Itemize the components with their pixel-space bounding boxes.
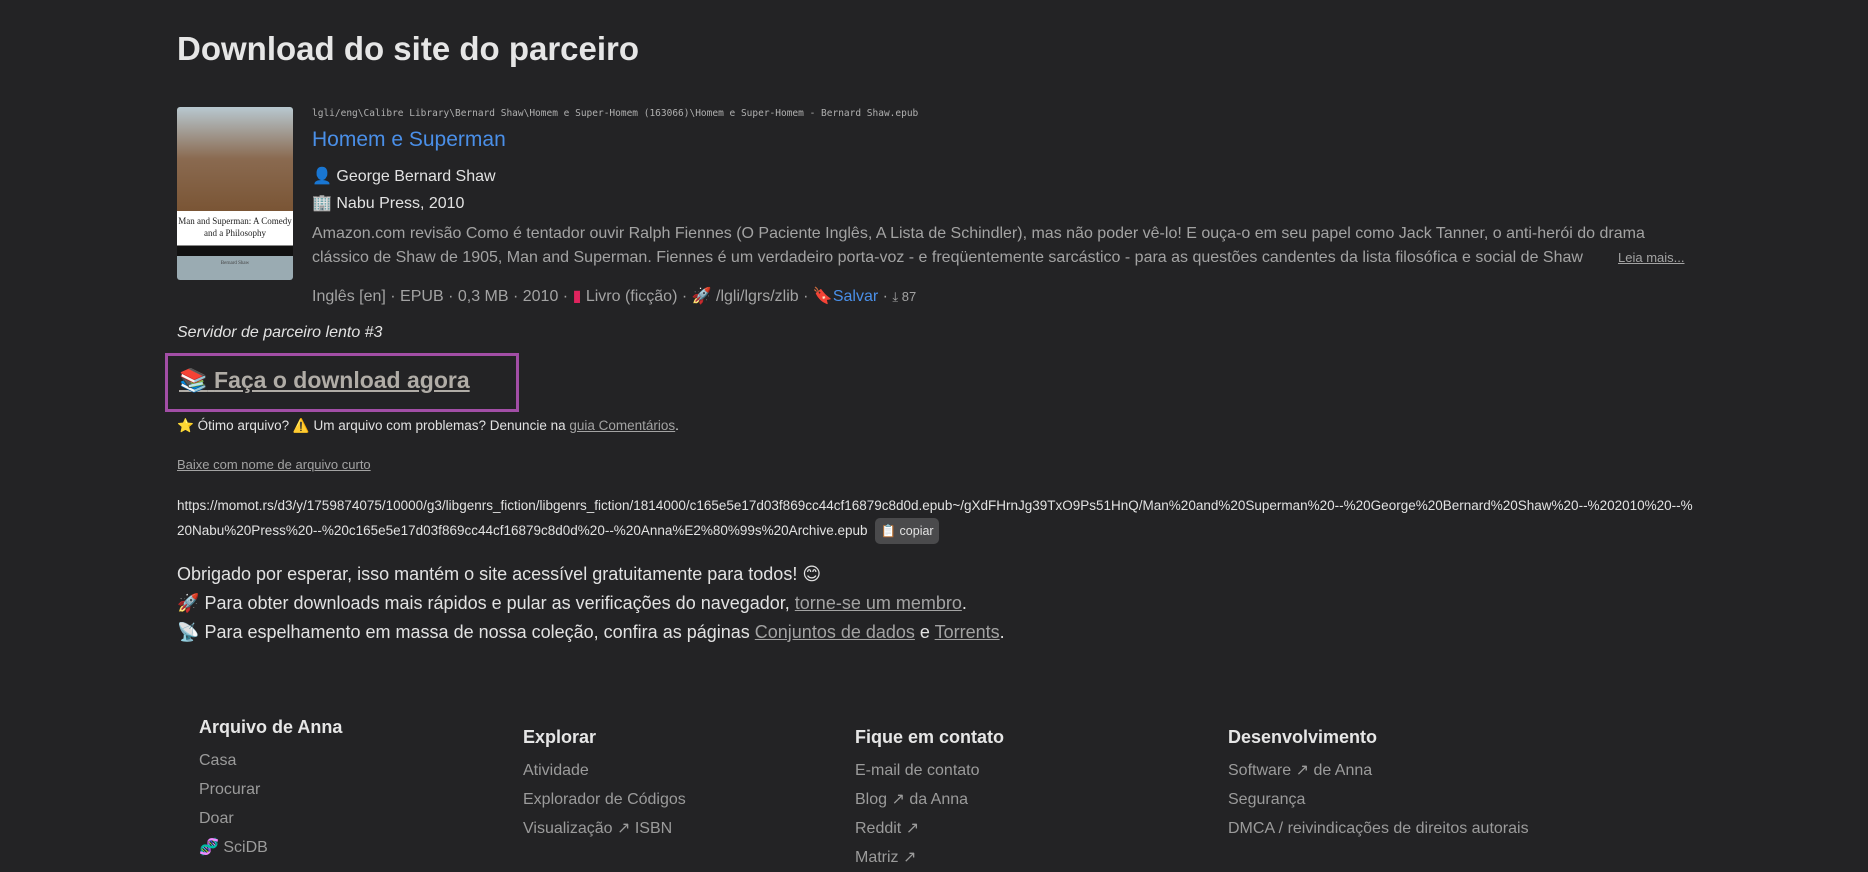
download-count-value: 87 xyxy=(901,289,917,304)
good-file-text: Ótimo arquivo? xyxy=(197,418,290,433)
download-url: https://momot.rs/d3/y/1759874075/10000/g… xyxy=(177,494,1697,544)
read-more-link[interactable]: Leia mais... xyxy=(1618,246,1684,270)
sources: /lgli/lgrs/zlib xyxy=(716,288,799,305)
footer-heading: Desenvolvimento xyxy=(1228,727,1378,747)
footer-link-search[interactable]: Procurar xyxy=(199,775,342,804)
smile-icon: 😊 xyxy=(802,564,822,584)
book-stats: Inglês [en] · EPUB · 0,3 MB · 2010 · ▮ L… xyxy=(312,288,917,305)
page-title: Download do site do parceiro xyxy=(177,30,640,67)
file-path: lgli/eng\Calibre Library\Bernard Shaw\Ho… xyxy=(312,108,919,119)
star-icon: ⭐ xyxy=(177,418,194,433)
become-member-link[interactable]: torne-se um membro xyxy=(795,593,962,613)
footer-link-blog[interactable]: Blog ↗ da Anna xyxy=(855,785,1004,814)
rocket-icon: 🚀 xyxy=(691,288,712,305)
rocket-icon: 🚀 xyxy=(177,593,200,613)
rating-line: ⭐ Ótimo arquivo? ⚠️ Um arquivo com probl… xyxy=(177,418,679,433)
footer-link-dmca[interactable]: DMCA / reivindicações de direitos autora… xyxy=(1228,814,1529,843)
size: 0,3 MB xyxy=(457,288,509,305)
category: Livro (ficção) xyxy=(585,288,678,305)
footer-link-isbn-visualization[interactable]: Visualização ↗ ISBN xyxy=(523,814,686,843)
language: Inglês [en] xyxy=(312,288,386,305)
thanks-message: Obrigado por esperar, isso mantém o site… xyxy=(177,564,1005,642)
satellite-icon: 📡 xyxy=(177,622,200,642)
footer-link-codes-explorer[interactable]: Explorador de Códigos xyxy=(523,785,686,814)
cover-title: Man and Superman: A Comedy and a Philoso… xyxy=(178,216,292,238)
thanks-line: Obrigado por esperar, isso mantém o site… xyxy=(177,564,798,584)
cover-author: Bernard Shaw xyxy=(220,261,250,266)
footer-link-scidb[interactable]: 🧬 SciDB xyxy=(199,833,342,862)
book-publisher: 🏢 Nabu Press, 2010 xyxy=(312,195,465,212)
save-label: Salvar xyxy=(832,288,879,305)
footer-link-home[interactable]: Casa xyxy=(199,746,342,775)
footer-link-software[interactable]: Software ↗ de Anna xyxy=(1228,756,1529,785)
warning-icon: ⚠️ xyxy=(292,418,310,433)
footer-heading: Explorar xyxy=(523,727,597,747)
download-now-label: Faça o download agora xyxy=(214,367,470,393)
footer-col-explore: Explorar Atividade Explorador de Códigos… xyxy=(523,727,686,843)
comments-tab-link[interactable]: guia Comentários xyxy=(569,418,675,433)
server-label: Servidor de parceiro lento #3 xyxy=(177,324,383,341)
download-now-link[interactable]: 📚 Faça o download agora xyxy=(179,367,470,394)
footer-link-activity[interactable]: Atividade xyxy=(523,756,686,785)
footer-link-email[interactable]: E-mail de contato xyxy=(855,756,1004,785)
clipboard-icon: 📋 xyxy=(880,524,897,538)
bad-file-text: Um arquivo com problemas? Denuncie na xyxy=(313,418,566,433)
and-text: e xyxy=(919,622,930,642)
footer-heading: Arquivo de Anna xyxy=(199,717,343,737)
download-icon: ⤓ xyxy=(892,289,899,304)
footer-col-development: Desenvolvimento Software ↗ de Anna Segur… xyxy=(1228,727,1529,843)
books-icon: 📚 xyxy=(179,367,208,393)
book-cover[interactable]: Man and Superman: A Comedy and a Philoso… xyxy=(177,107,293,280)
building-icon: 🏢 xyxy=(312,195,332,212)
book-icon: ▮ xyxy=(572,288,582,305)
bookmark-icon: 🔖 xyxy=(812,288,833,305)
copy-label: copiar xyxy=(899,524,934,538)
footer-link-donate[interactable]: Doar xyxy=(199,804,342,833)
thanks-line: Para obter downloads mais rápidos e pula… xyxy=(204,593,790,613)
footer-col-anna: Arquivo de Anna Casa Procurar Doar 🧬 Sci… xyxy=(199,717,342,862)
year: 2010 xyxy=(522,288,559,305)
save-button[interactable]: 🔖Salvar xyxy=(813,288,878,305)
thanks-line: Para espelhamento em massa de nossa cole… xyxy=(204,622,750,642)
footer-col-contact: Fique em contato E-mail de contato Blog … xyxy=(855,727,1004,872)
author-icon: 👤 xyxy=(312,168,332,185)
footer-link-security[interactable]: Segurança xyxy=(1228,785,1529,814)
short-filename-link[interactable]: Baixe com nome de arquivo curto xyxy=(177,457,371,472)
description-line: Amazon.com revisão Como é tentador ouvir… xyxy=(312,225,1645,242)
datasets-link[interactable]: Conjuntos de dados xyxy=(755,622,915,642)
torrents-link[interactable]: Torrents xyxy=(935,622,1000,642)
book-description: Amazon.com revisão Como é tentador ouvir… xyxy=(312,222,1690,270)
copy-button[interactable]: 📋 copiar xyxy=(875,518,939,544)
book-author: 👤 George Bernard Shaw xyxy=(312,168,496,185)
book-title[interactable]: Homem e Superman xyxy=(312,128,506,152)
format: EPUB xyxy=(400,288,444,305)
footer-link-matrix[interactable]: Matriz ↗ xyxy=(855,843,1004,872)
description-line: clássico de Shaw de 1905, Man and Superm… xyxy=(312,249,1583,266)
download-count: ⤓ 87 xyxy=(892,289,916,304)
footer-link-reddit[interactable]: Reddit ↗ xyxy=(855,814,1004,843)
footer-heading: Fique em contato xyxy=(855,727,1005,747)
dna-icon: 🧬 xyxy=(199,839,219,856)
